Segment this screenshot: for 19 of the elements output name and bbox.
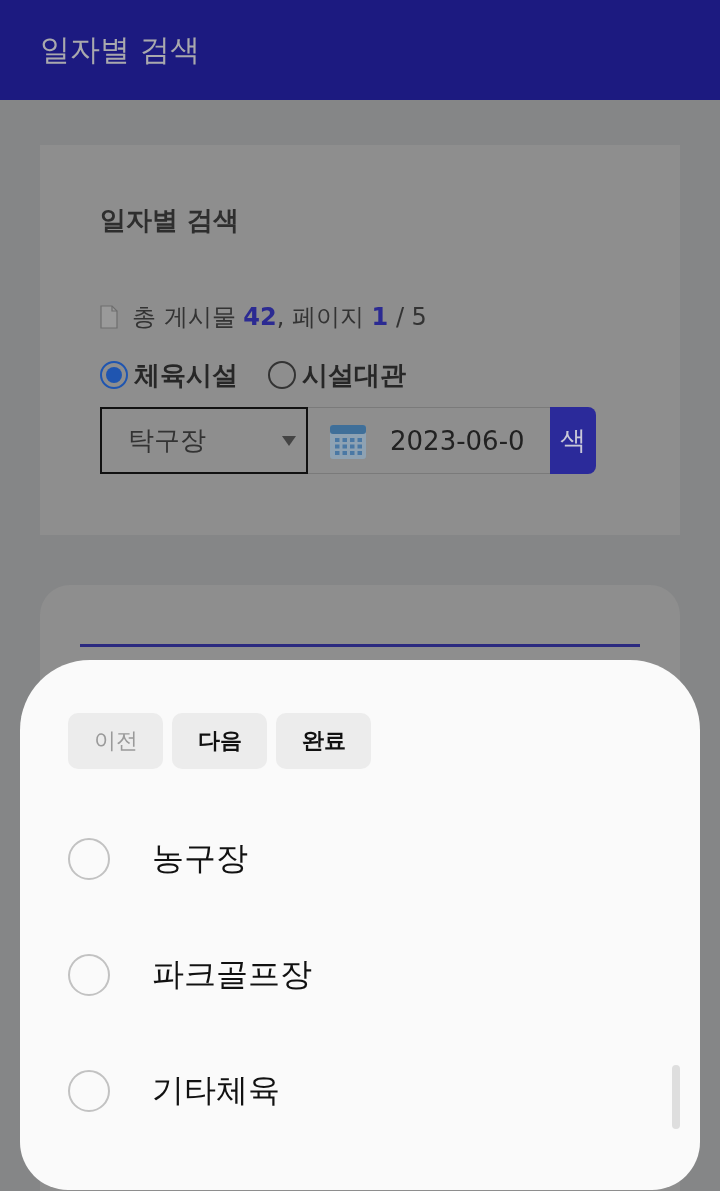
category-radio[interactable]: 시설대관 — [268, 357, 406, 393]
search-button[interactable]: 색 — [550, 407, 596, 474]
document-icon — [100, 305, 118, 329]
app-bar-title: 일자별 검색 — [40, 30, 200, 69]
post-count-summary: 총 게시물 42, 페이지 1 / 5 — [132, 302, 427, 333]
date-field[interactable]: 2023-06-0 — [308, 407, 550, 474]
caret-icon — [282, 435, 296, 446]
category-radio[interactable]: 체육시설 — [100, 357, 238, 393]
sheet-button[interactable]: 다음 — [172, 713, 267, 769]
radio-icon[interactable] — [268, 361, 296, 389]
facility-option[interactable]: 기타체육 — [68, 1033, 652, 1149]
radio-icon[interactable] — [100, 361, 128, 389]
sheet-button[interactable]: 완료 — [276, 713, 371, 769]
facility-option[interactable]: 농구장 — [68, 801, 652, 917]
card-title: 일자별 검색 — [100, 204, 241, 237]
scrollbar — [672, 1065, 680, 1129]
calendar-icon — [330, 422, 366, 459]
facility-option[interactable]: 파크골프장 — [68, 917, 652, 1033]
facility-select[interactable]: 탁구장 — [100, 407, 308, 474]
